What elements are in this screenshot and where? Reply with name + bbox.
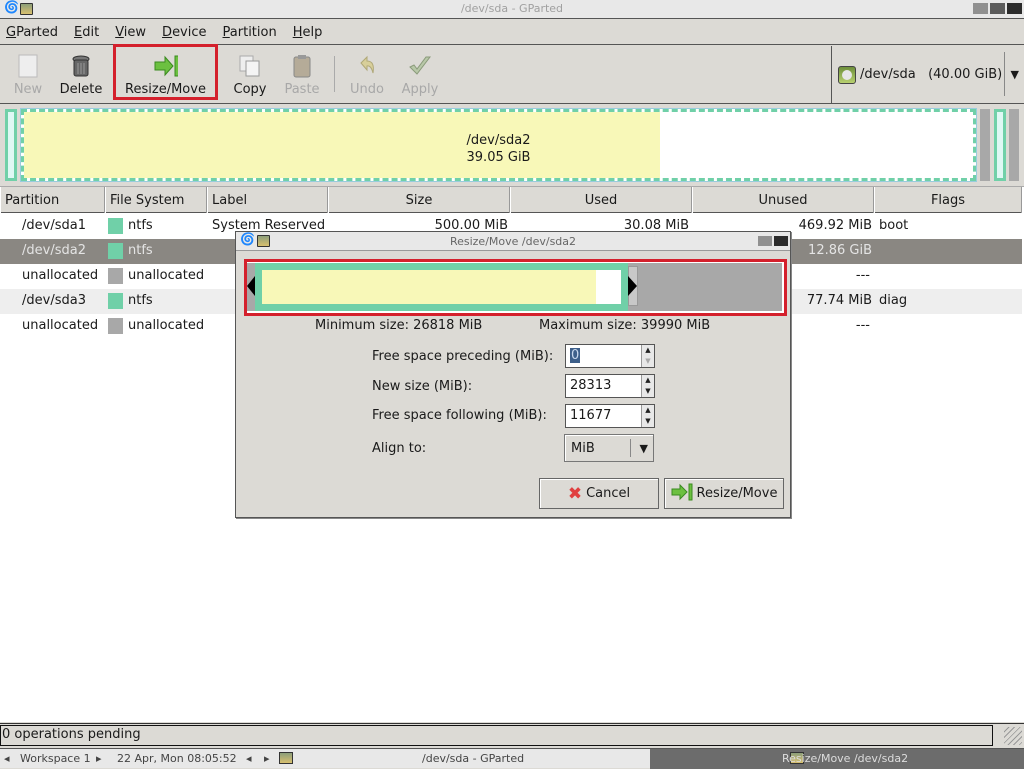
new-size-input[interactable]: 28313 ▲ ▼: [565, 374, 655, 398]
menubar: GParted Edit View Device Partition Help: [0, 20, 1024, 45]
right-resize-arrow-icon[interactable]: [628, 276, 637, 296]
workspace-next-icon[interactable]: ▸: [96, 752, 102, 765]
menu-gparted[interactable]: GParted: [6, 25, 58, 40]
close-button[interactable]: [1007, 3, 1022, 14]
align-to-label: Align to:: [372, 441, 427, 456]
maximum-size-label: Maximum size: 39990 MiB: [539, 318, 711, 333]
resize-grip[interactable]: [1004, 727, 1022, 745]
col-label[interactable]: Label: [207, 187, 328, 213]
maximize-button[interactable]: [990, 3, 1005, 14]
partition-size: 39.05 GiB: [466, 150, 531, 165]
menu-view[interactable]: View: [115, 25, 146, 40]
toolbar-separator: [334, 56, 335, 92]
task-gparted[interactable]: /dev/sda - GParted: [422, 752, 524, 765]
dialog-title: Resize/Move /dev/sda2: [449, 235, 577, 248]
free-following-label: Free space following (MiB):: [372, 408, 547, 423]
delete-button[interactable]: Delete: [56, 46, 106, 104]
trash-icon: [69, 53, 93, 79]
resize-move-button[interactable]: Resize/Move: [118, 46, 213, 104]
workspace-prev-icon[interactable]: ◂: [4, 752, 10, 765]
fs-color-swatch: [108, 268, 123, 284]
menu-help[interactable]: Help: [293, 25, 323, 40]
copy-button[interactable]: Copy: [230, 46, 270, 104]
task-prev-icon[interactable]: ◂: [246, 752, 252, 765]
new-size-label: New size (MiB):: [372, 379, 473, 394]
chevron-down-icon: ▼: [1010, 68, 1019, 81]
window-titlebar: 🌀 /dev/sda - GParted: [0, 0, 1024, 19]
fs-color-swatch: [108, 243, 123, 259]
fs-color-swatch: [108, 318, 123, 334]
col-size[interactable]: Size: [328, 187, 510, 213]
free-preceding-input[interactable]: 0 ▲ ▼: [565, 344, 655, 368]
table-header: Partition File System Label Size Used Un…: [0, 187, 1022, 213]
taskbar: ◂ Workspace 1 ▸ 22 Apr, Mon 08:05:52 ◂ ▸…: [0, 748, 1024, 769]
align-to-select[interactable]: MiB ▼: [564, 434, 654, 462]
free-following-input[interactable]: 11677 ▲ ▼: [565, 404, 655, 428]
minimum-size-label: Minimum size: 26818 MiB: [315, 318, 483, 333]
hard-disk-icon: [838, 65, 856, 84]
menu-partition[interactable]: Partition: [223, 25, 277, 40]
undo-button[interactable]: Undo: [346, 46, 388, 104]
new-document-icon: [16, 53, 40, 79]
dialog-maximize-button[interactable]: [758, 236, 772, 246]
partition-block-sda2[interactable]: /dev/sda2 39.05 GiB: [20, 108, 977, 182]
col-unused[interactable]: Unused: [692, 187, 874, 213]
menu-device[interactable]: Device: [162, 25, 206, 40]
operations-pending: 0 operations pending: [2, 727, 141, 742]
resize-move-dialog: 🌀 Resize/Move /dev/sda2 Minimum size: 26…: [235, 231, 791, 518]
partition-block-sda3[interactable]: [994, 109, 1006, 181]
paste-button[interactable]: Paste: [282, 46, 322, 104]
statusbar: 0 operations pending: [0, 723, 1024, 747]
task-resize-dialog-label: Resize/Move /dev/sda2: [782, 752, 909, 765]
dialog-titlebar[interactable]: 🌀 Resize/Move /dev/sda2: [236, 232, 790, 251]
partition-block-sda1[interactable]: [5, 109, 17, 181]
undo-arrow-icon: [355, 53, 379, 79]
clock: 22 Apr, Mon 08:05:52: [117, 752, 237, 765]
fs-color-swatch: [108, 218, 123, 234]
task-next-icon[interactable]: ▸: [264, 752, 270, 765]
partition-bar[interactable]: [255, 263, 628, 311]
used-space-fill: [262, 270, 596, 304]
apply-button[interactable]: Apply: [398, 46, 442, 104]
task-resize-dialog[interactable]: Resize/Move /dev/sda2: [650, 749, 1024, 769]
workspace-label[interactable]: Workspace 1: [20, 752, 91, 765]
free-preceding-label: Free space preceding (MiB):: [372, 349, 554, 364]
minimize-button[interactable]: [973, 3, 988, 14]
copy-icon: [238, 53, 262, 79]
cancel-x-icon: ✖: [567, 483, 583, 504]
resize-move-confirm-button[interactable]: Resize/Move: [664, 478, 784, 509]
unallocated-block-1[interactable]: [980, 109, 990, 181]
window-title: /dev/sda - GParted: [460, 2, 564, 15]
disk-map: /dev/sda2 39.05 GiB: [0, 105, 1024, 185]
spin-buttons[interactable]: ▲ ▼: [641, 375, 654, 397]
cancel-button[interactable]: ✖ Cancel: [539, 478, 659, 509]
col-partition[interactable]: Partition: [0, 187, 105, 213]
col-used[interactable]: Used: [510, 187, 692, 213]
partition-name: /dev/sda2: [466, 133, 531, 148]
left-resize-arrow-icon[interactable]: [247, 276, 256, 296]
device-selector[interactable]: /dev/sda (40.00 GiB) ▼: [831, 46, 1024, 103]
resize-arrow-icon: [154, 53, 178, 79]
resize-arrow-icon: [671, 483, 693, 505]
unallocated-block-2[interactable]: [1009, 109, 1019, 181]
toolbar: New Delete Resize/Move Copy Paste Undo A…: [0, 44, 1024, 104]
partition-resizer[interactable]: [247, 262, 784, 313]
paste-clipboard-icon: [290, 53, 314, 79]
checkmark-icon: [408, 53, 432, 79]
new-button[interactable]: New: [10, 46, 46, 104]
dialog-close-button[interactable]: [774, 236, 788, 246]
chevron-down-icon: ▼: [639, 442, 648, 455]
gparted-task-icon: [279, 752, 293, 764]
spin-buttons[interactable]: ▲ ▼: [641, 405, 654, 427]
col-filesystem[interactable]: File System: [105, 187, 207, 213]
spin-buttons[interactable]: ▲ ▼: [641, 345, 654, 367]
highlight-box: [244, 259, 787, 316]
fs-color-swatch: [108, 293, 123, 309]
menu-edit[interactable]: Edit: [74, 25, 99, 40]
col-flags[interactable]: Flags: [874, 187, 1022, 213]
